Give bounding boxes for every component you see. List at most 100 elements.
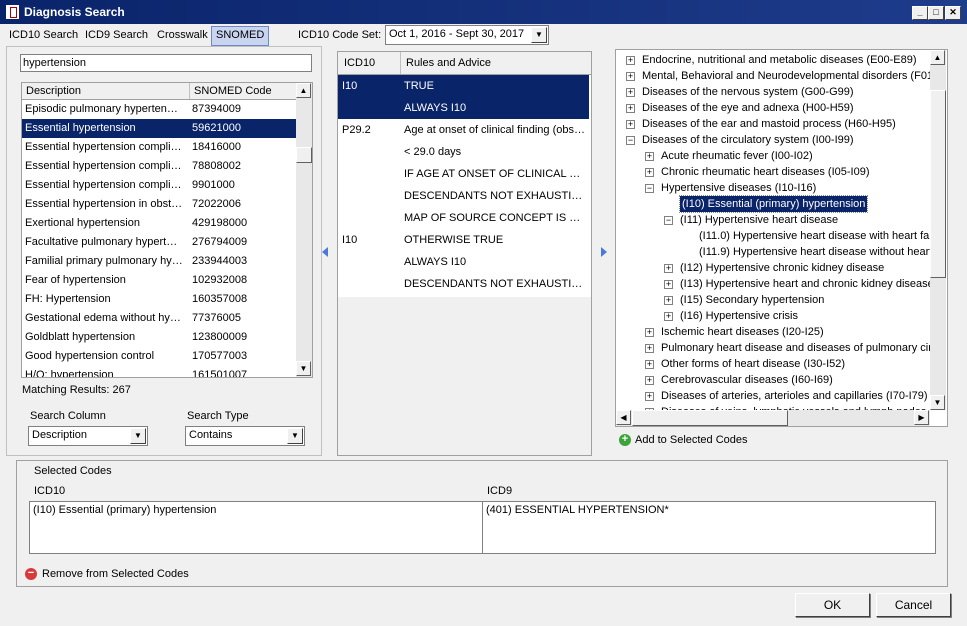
column-rules-and-advice[interactable]: Rules and Advice	[406, 57, 491, 69]
tree-node-label[interactable]: Acute rheumatic fever (I00-I02)	[661, 148, 813, 164]
tree-node-label[interactable]: (I12) Hypertensive chronic kidney diseas…	[680, 260, 884, 276]
tree-node[interactable]: + Cerebrovascular diseases (I60-I69)	[616, 372, 930, 388]
expand-icon[interactable]: +	[626, 104, 635, 113]
mapping-row[interactable]: I10 TRUE	[338, 75, 589, 97]
mapping-row[interactable]: MAP OF SOURCE CONCEPT IS CO...	[338, 207, 589, 229]
tree-node-label[interactable]: Endocrine, nutritional and metabolic dis…	[642, 52, 917, 68]
tree-node[interactable]: + Diseases of the nervous system (G00-G99…	[616, 84, 930, 100]
tree-node-label[interactable]: (I11.9) Hypertensive heart disease witho…	[699, 244, 930, 260]
tree-node[interactable]: + Other forms of heart disease (I30-I52)	[616, 356, 930, 372]
ok-button[interactable]: OK	[795, 593, 870, 617]
minimize-button[interactable]: _	[912, 6, 928, 20]
tab-crosswalk[interactable]: Crosswalk	[153, 26, 212, 44]
tree-node-label[interactable]: (I13) Hypertensive heart and chronic kid…	[680, 276, 930, 292]
tree-node[interactable]: (I11.0) Hypertensive heart disease with …	[616, 228, 930, 244]
table-row[interactable]: Essential hypertension in obstetr... 7202…	[22, 195, 296, 214]
mapping-row[interactable]: < 29.0 days	[338, 141, 589, 163]
table-row[interactable]: Good hypertension control 170577003	[22, 347, 296, 366]
expand-icon[interactable]: +	[626, 120, 635, 129]
close-button[interactable]: ✕	[945, 6, 961, 20]
table-row[interactable]: Essential hypertension complica... 990100…	[22, 176, 296, 195]
tab-snomed[interactable]: SNOMED	[211, 26, 270, 46]
mapping-row[interactable]: DESCENDANTS NOT EXHAUSTIV...	[338, 273, 589, 295]
expand-icon[interactable]: +	[626, 56, 635, 65]
column-snomed-code[interactable]: SNOMED Code	[190, 83, 297, 99]
tree-node-label[interactable]: (I15) Secondary hypertension	[680, 292, 824, 308]
tree-node[interactable]: − Hypertensive diseases (I10-I16)	[616, 180, 930, 196]
tree-node-label[interactable]: Diseases of the circulatory system (I00-…	[642, 132, 854, 148]
table-row[interactable]: Essential hypertension complica... 788080…	[22, 157, 296, 176]
expand-icon[interactable]: +	[645, 376, 654, 385]
tree-node[interactable]: + (I12) Hypertensive chronic kidney disea…	[616, 260, 930, 276]
mapping-row[interactable]: ALWAYS I10	[338, 97, 589, 119]
scroll-up-icon[interactable]: ▲	[930, 50, 945, 65]
table-row[interactable]: Episodic pulmonary hypertension 87394009	[22, 100, 296, 119]
expand-icon[interactable]: +	[664, 264, 673, 273]
scroll-thumb[interactable]	[296, 147, 312, 163]
expand-icon[interactable]: +	[645, 392, 654, 401]
chevron-down-icon[interactable]: ▼	[531, 27, 547, 43]
scroll-right-icon[interactable]: ▶	[914, 410, 929, 425]
tree-node-label[interactable]: (I11.0) Hypertensive heart disease with …	[699, 228, 930, 244]
tree-vertical-scrollbar[interactable]: ▲ ▼	[930, 50, 946, 410]
code-set-select[interactable]: Oct 1, 2016 - Sept 30, 2017 ▼	[385, 25, 549, 45]
tree-node-label[interactable]: Other forms of heart disease (I30-I52)	[661, 356, 845, 372]
table-row[interactable]: H/O: hypertension 161501007	[22, 366, 296, 377]
expand-icon[interactable]: +	[645, 168, 654, 177]
scroll-down-icon[interactable]: ▼	[930, 395, 945, 410]
mapping-row[interactable]: I10 OTHERWISE TRUE	[338, 229, 589, 251]
tree-node[interactable]: (I10) Essential (primary) hypertension	[616, 195, 930, 213]
tree-node[interactable]: + Diseases of the ear and mastoid process…	[616, 116, 930, 132]
scroll-thumb[interactable]	[632, 410, 788, 426]
expand-icon[interactable]: +	[645, 344, 654, 353]
tree-node[interactable]: + (I16) Hypertensive crisis	[616, 308, 930, 324]
tree-node[interactable]: + Mental, Behavioral and Neurodevelopment…	[616, 68, 930, 84]
expand-icon[interactable]: +	[645, 328, 654, 337]
icd9-selected-list[interactable]: (401) ESSENTIAL HYPERTENSION*	[482, 501, 936, 554]
expand-icon[interactable]: +	[626, 72, 635, 81]
tab-icd10-search[interactable]: ICD10 Search	[5, 26, 82, 44]
mapping-row[interactable]: ALWAYS I10	[338, 251, 589, 273]
tree-node[interactable]: + Acute rheumatic fever (I00-I02)	[616, 148, 930, 164]
table-row[interactable]: Essential hypertension 59621000	[22, 119, 296, 138]
tree-node[interactable]: (I11.9) Hypertensive heart disease witho…	[616, 244, 930, 260]
expand-icon[interactable]: +	[664, 312, 673, 321]
tree-node-label[interactable]: Diseases of the ear and mastoid process …	[642, 116, 896, 132]
scroll-down-icon[interactable]: ▼	[296, 361, 311, 376]
mapping-row[interactable]: P29.2 Age at onset of clinical finding (o…	[338, 119, 589, 141]
expand-icon[interactable]: +	[645, 360, 654, 369]
column-icd10[interactable]: ICD10	[344, 57, 375, 69]
expand-icon[interactable]: +	[645, 152, 654, 161]
scroll-thumb[interactable]	[930, 90, 946, 278]
tree-node-label[interactable]: Diseases of the nervous system (G00-G99)	[642, 84, 854, 100]
tree-node-label[interactable]: Ischemic heart diseases (I20-I25)	[661, 324, 824, 340]
table-row[interactable]: Essential hypertension complica... 184160…	[22, 138, 296, 157]
cancel-button[interactable]: Cancel	[876, 593, 951, 617]
table-row[interactable]: Familial primary pulmonary hyper... 23394…	[22, 252, 296, 271]
expand-icon[interactable]: +	[664, 296, 673, 305]
tree-node-label[interactable]: Diseases of arteries, arterioles and cap…	[661, 388, 928, 404]
tree-node[interactable]: + Pulmonary heart disease and diseases of…	[616, 340, 930, 356]
tree-node-label[interactable]: Cerebrovascular diseases (I60-I69)	[661, 372, 833, 388]
tree-node-label[interactable]: Diseases of the eye and adnexa (H00-H59)	[642, 100, 854, 116]
scroll-left-icon[interactable]: ◀	[616, 410, 631, 425]
icd10-selected-list[interactable]: (I10) Essential (primary) hypertension	[29, 501, 483, 554]
collapse-icon[interactable]: −	[664, 216, 673, 225]
collapse-icon[interactable]: −	[645, 184, 654, 193]
tree-node[interactable]: + Chronic rheumatic heart diseases (I05-I…	[616, 164, 930, 180]
table-row[interactable]: Goldblatt hypertension 123800009	[22, 328, 296, 347]
mapping-row[interactable]: DESCENDANTS NOT EXHAUSTIV...	[338, 185, 589, 207]
maximize-button[interactable]: □	[928, 6, 944, 20]
tree-node-label[interactable]: (I10) Essential (primary) hypertension	[678, 195, 869, 213]
search-column-select[interactable]: Description ▼	[28, 426, 148, 446]
tree-node-label[interactable]: (I16) Hypertensive crisis	[680, 308, 798, 324]
tree-node-label[interactable]: (I11) Hypertensive heart disease	[680, 212, 838, 228]
search-results-scrollbar[interactable]: ▲ ▼	[296, 83, 312, 377]
table-row[interactable]: Facultative pulmonary hyperten... 2767940…	[22, 233, 296, 252]
expand-icon[interactable]: +	[664, 280, 673, 289]
tree-horizontal-scrollbar[interactable]: ◀ ▶	[616, 410, 930, 426]
collapse-icon[interactable]: −	[626, 136, 635, 145]
search-type-select[interactable]: Contains ▼	[185, 426, 305, 446]
scroll-up-icon[interactable]: ▲	[296, 83, 311, 98]
tree-node-label[interactable]: Chronic rheumatic heart diseases (I05-I0…	[661, 164, 869, 180]
